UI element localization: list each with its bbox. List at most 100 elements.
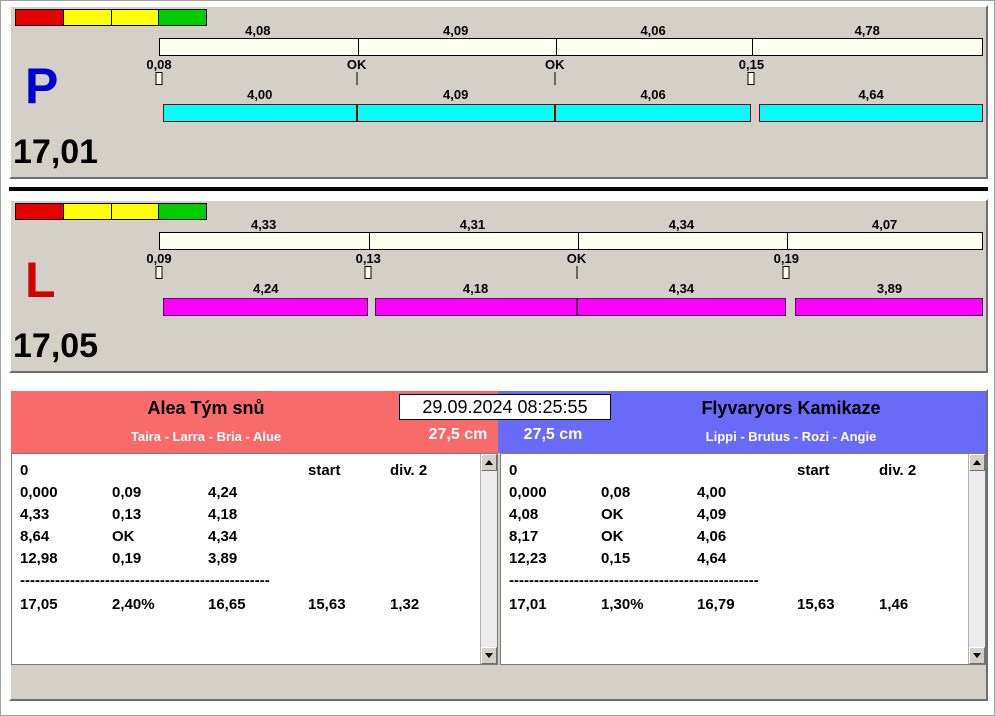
segment-divider bbox=[577, 233, 579, 249]
crossing-tick-mark bbox=[747, 72, 755, 85]
table-cell: 4,08 bbox=[509, 506, 539, 523]
up-arrow-icon bbox=[485, 460, 493, 465]
table-cell: 17,05 bbox=[20, 596, 58, 613]
scrollbar-track[interactable] bbox=[481, 471, 497, 647]
team-name: Alea Tým snů bbox=[147, 398, 265, 418]
scrollbar-track[interactable] bbox=[969, 471, 985, 647]
table-cell: 15,63 bbox=[797, 596, 835, 613]
crossing-time-label: 0,08 bbox=[146, 57, 172, 72]
crossing-tick-mark bbox=[576, 266, 578, 279]
table-cell: 17,01 bbox=[509, 596, 547, 613]
lower-split-bar bbox=[159, 298, 984, 316]
lower-split-value: 4,06 bbox=[640, 87, 666, 102]
table-cell: 8,17 bbox=[509, 528, 539, 545]
table-cell: start bbox=[797, 462, 830, 479]
table-cell: 0 bbox=[509, 462, 518, 479]
upper-split-bar bbox=[159, 232, 983, 250]
lower-split-segment bbox=[163, 298, 369, 316]
segment-divider bbox=[555, 39, 557, 55]
crossing-labels-row: 0,08 OK OK 0,15 bbox=[11, 57, 986, 72]
table-cell: div. 2 bbox=[879, 462, 917, 479]
table-cell: 16,65 bbox=[208, 596, 246, 613]
segment-divider bbox=[752, 39, 754, 55]
table-cell: 12,23 bbox=[509, 550, 547, 567]
table-cell: 0,08 bbox=[601, 484, 631, 501]
team-right-results-list[interactable]: 0 start div. 2 0,000 0,08 4,00 4,08 OK 4,09 8,17 O… bbox=[500, 453, 986, 665]
table-cell: 0,000 bbox=[20, 484, 58, 501]
upper-split-values-row: 4,08 4,09 4,06 4,78 bbox=[11, 23, 986, 38]
crossing-tick-mark bbox=[356, 72, 358, 85]
jump-height: 27,5 cm bbox=[523, 426, 583, 443]
upper-split-values-row: 4,33 4,31 4,34 4,07 bbox=[11, 217, 986, 232]
crossing-tick-mark bbox=[782, 266, 790, 279]
crossing-time-label: OK bbox=[545, 57, 565, 72]
lower-split-segment bbox=[758, 104, 984, 122]
upper-split-value: 4,31 bbox=[459, 217, 486, 232]
lower-split-values-row: 4,00 4,09 4,06 4,64 bbox=[11, 87, 986, 102]
table-cell: div. 2 bbox=[390, 462, 428, 479]
lower-split-values-row: 4,24 4,18 4,34 3,89 bbox=[11, 281, 986, 296]
lower-split-bar bbox=[159, 104, 984, 122]
upper-split-bar bbox=[159, 38, 983, 56]
table-cell: 1,30% bbox=[601, 596, 644, 613]
table-separator: ----------------------------------------… bbox=[509, 572, 759, 589]
lower-split-segment bbox=[162, 104, 357, 122]
table-cell: 4,06 bbox=[697, 528, 727, 545]
upper-split-value: 4,33 bbox=[250, 217, 277, 232]
segment-divider bbox=[787, 233, 789, 249]
crossing-labels-row: 0,09 0,13 OK 0,19 bbox=[11, 251, 986, 266]
results-panel: Alea Tým snů Taira - Larra - Bria - Alue… bbox=[9, 389, 988, 701]
lower-split-value: 4,24 bbox=[253, 281, 279, 296]
scroll-down-button[interactable] bbox=[969, 647, 985, 664]
vertical-scrollbar[interactable] bbox=[968, 454, 985, 664]
table-cell: 4,18 bbox=[208, 506, 238, 523]
table-cell: 1,46 bbox=[879, 596, 909, 613]
scroll-up-button[interactable] bbox=[969, 454, 985, 471]
lower-split-segment bbox=[356, 104, 555, 122]
down-arrow-icon bbox=[973, 653, 981, 658]
crossing-ticks-row bbox=[11, 72, 986, 86]
team-left-results-list[interactable]: 0 start div. 2 0,000 0,09 4,24 4,33 0,13 4,18 8,6… bbox=[11, 453, 498, 665]
lane-letter: L bbox=[25, 252, 56, 308]
lower-split-segment bbox=[576, 298, 787, 316]
table-separator: ----------------------------------------… bbox=[20, 572, 270, 589]
lower-split-value: 4,18 bbox=[462, 281, 489, 296]
scroll-down-button[interactable] bbox=[481, 647, 497, 664]
lane-letter: P bbox=[25, 58, 59, 114]
crossing-ticks-row bbox=[11, 266, 986, 280]
crossing-time-label: 0,09 bbox=[146, 251, 172, 266]
table-cell: OK bbox=[112, 528, 135, 545]
table-cell: 4,09 bbox=[697, 506, 727, 523]
lower-split-segment bbox=[374, 298, 577, 316]
table-cell: 4,24 bbox=[208, 484, 238, 501]
jump-height: 27,5 cm bbox=[428, 426, 488, 443]
upper-split-value: 4,08 bbox=[245, 23, 271, 38]
vertical-scrollbar[interactable] bbox=[480, 454, 497, 664]
crossing-tick-mark bbox=[554, 72, 556, 85]
table-cell: 3,89 bbox=[208, 550, 238, 567]
table-cell: 1,32 bbox=[390, 596, 420, 613]
crossing-time-label: 0,19 bbox=[773, 251, 799, 266]
crossing-time-label: 0,15 bbox=[738, 57, 765, 72]
team-members: Lippi - Brutus - Rozi - Angie bbox=[705, 429, 877, 444]
up-arrow-icon bbox=[973, 460, 981, 465]
lower-split-segment bbox=[795, 298, 984, 316]
table-cell: 2,40% bbox=[112, 596, 155, 613]
lower-split-value: 3,89 bbox=[876, 281, 903, 296]
table-cell: 0,09 bbox=[112, 484, 142, 501]
upper-split-value: 4,34 bbox=[668, 217, 695, 232]
lane-panel-p: 4,08 4,09 4,06 4,78 0,08 OK OK 0,15 4,00 4,09 4,… bbox=[9, 5, 988, 179]
upper-split-value: 4,07 bbox=[871, 217, 898, 232]
table-cell: 0,13 bbox=[112, 506, 142, 523]
scroll-up-button[interactable] bbox=[481, 454, 497, 471]
lower-split-value: 4,64 bbox=[858, 87, 884, 102]
table-cell: 4,00 bbox=[697, 484, 727, 501]
upper-split-value: 4,78 bbox=[854, 23, 880, 38]
table-cell: OK bbox=[601, 506, 624, 523]
table-cell: 12,98 bbox=[20, 550, 58, 567]
table-cell: 0 bbox=[20, 462, 29, 479]
lane-divider bbox=[9, 187, 988, 191]
lower-split-value: 4,34 bbox=[668, 281, 695, 296]
team-members: Taira - Larra - Bria - Alue bbox=[130, 429, 282, 444]
crossing-tick-mark bbox=[155, 72, 163, 85]
